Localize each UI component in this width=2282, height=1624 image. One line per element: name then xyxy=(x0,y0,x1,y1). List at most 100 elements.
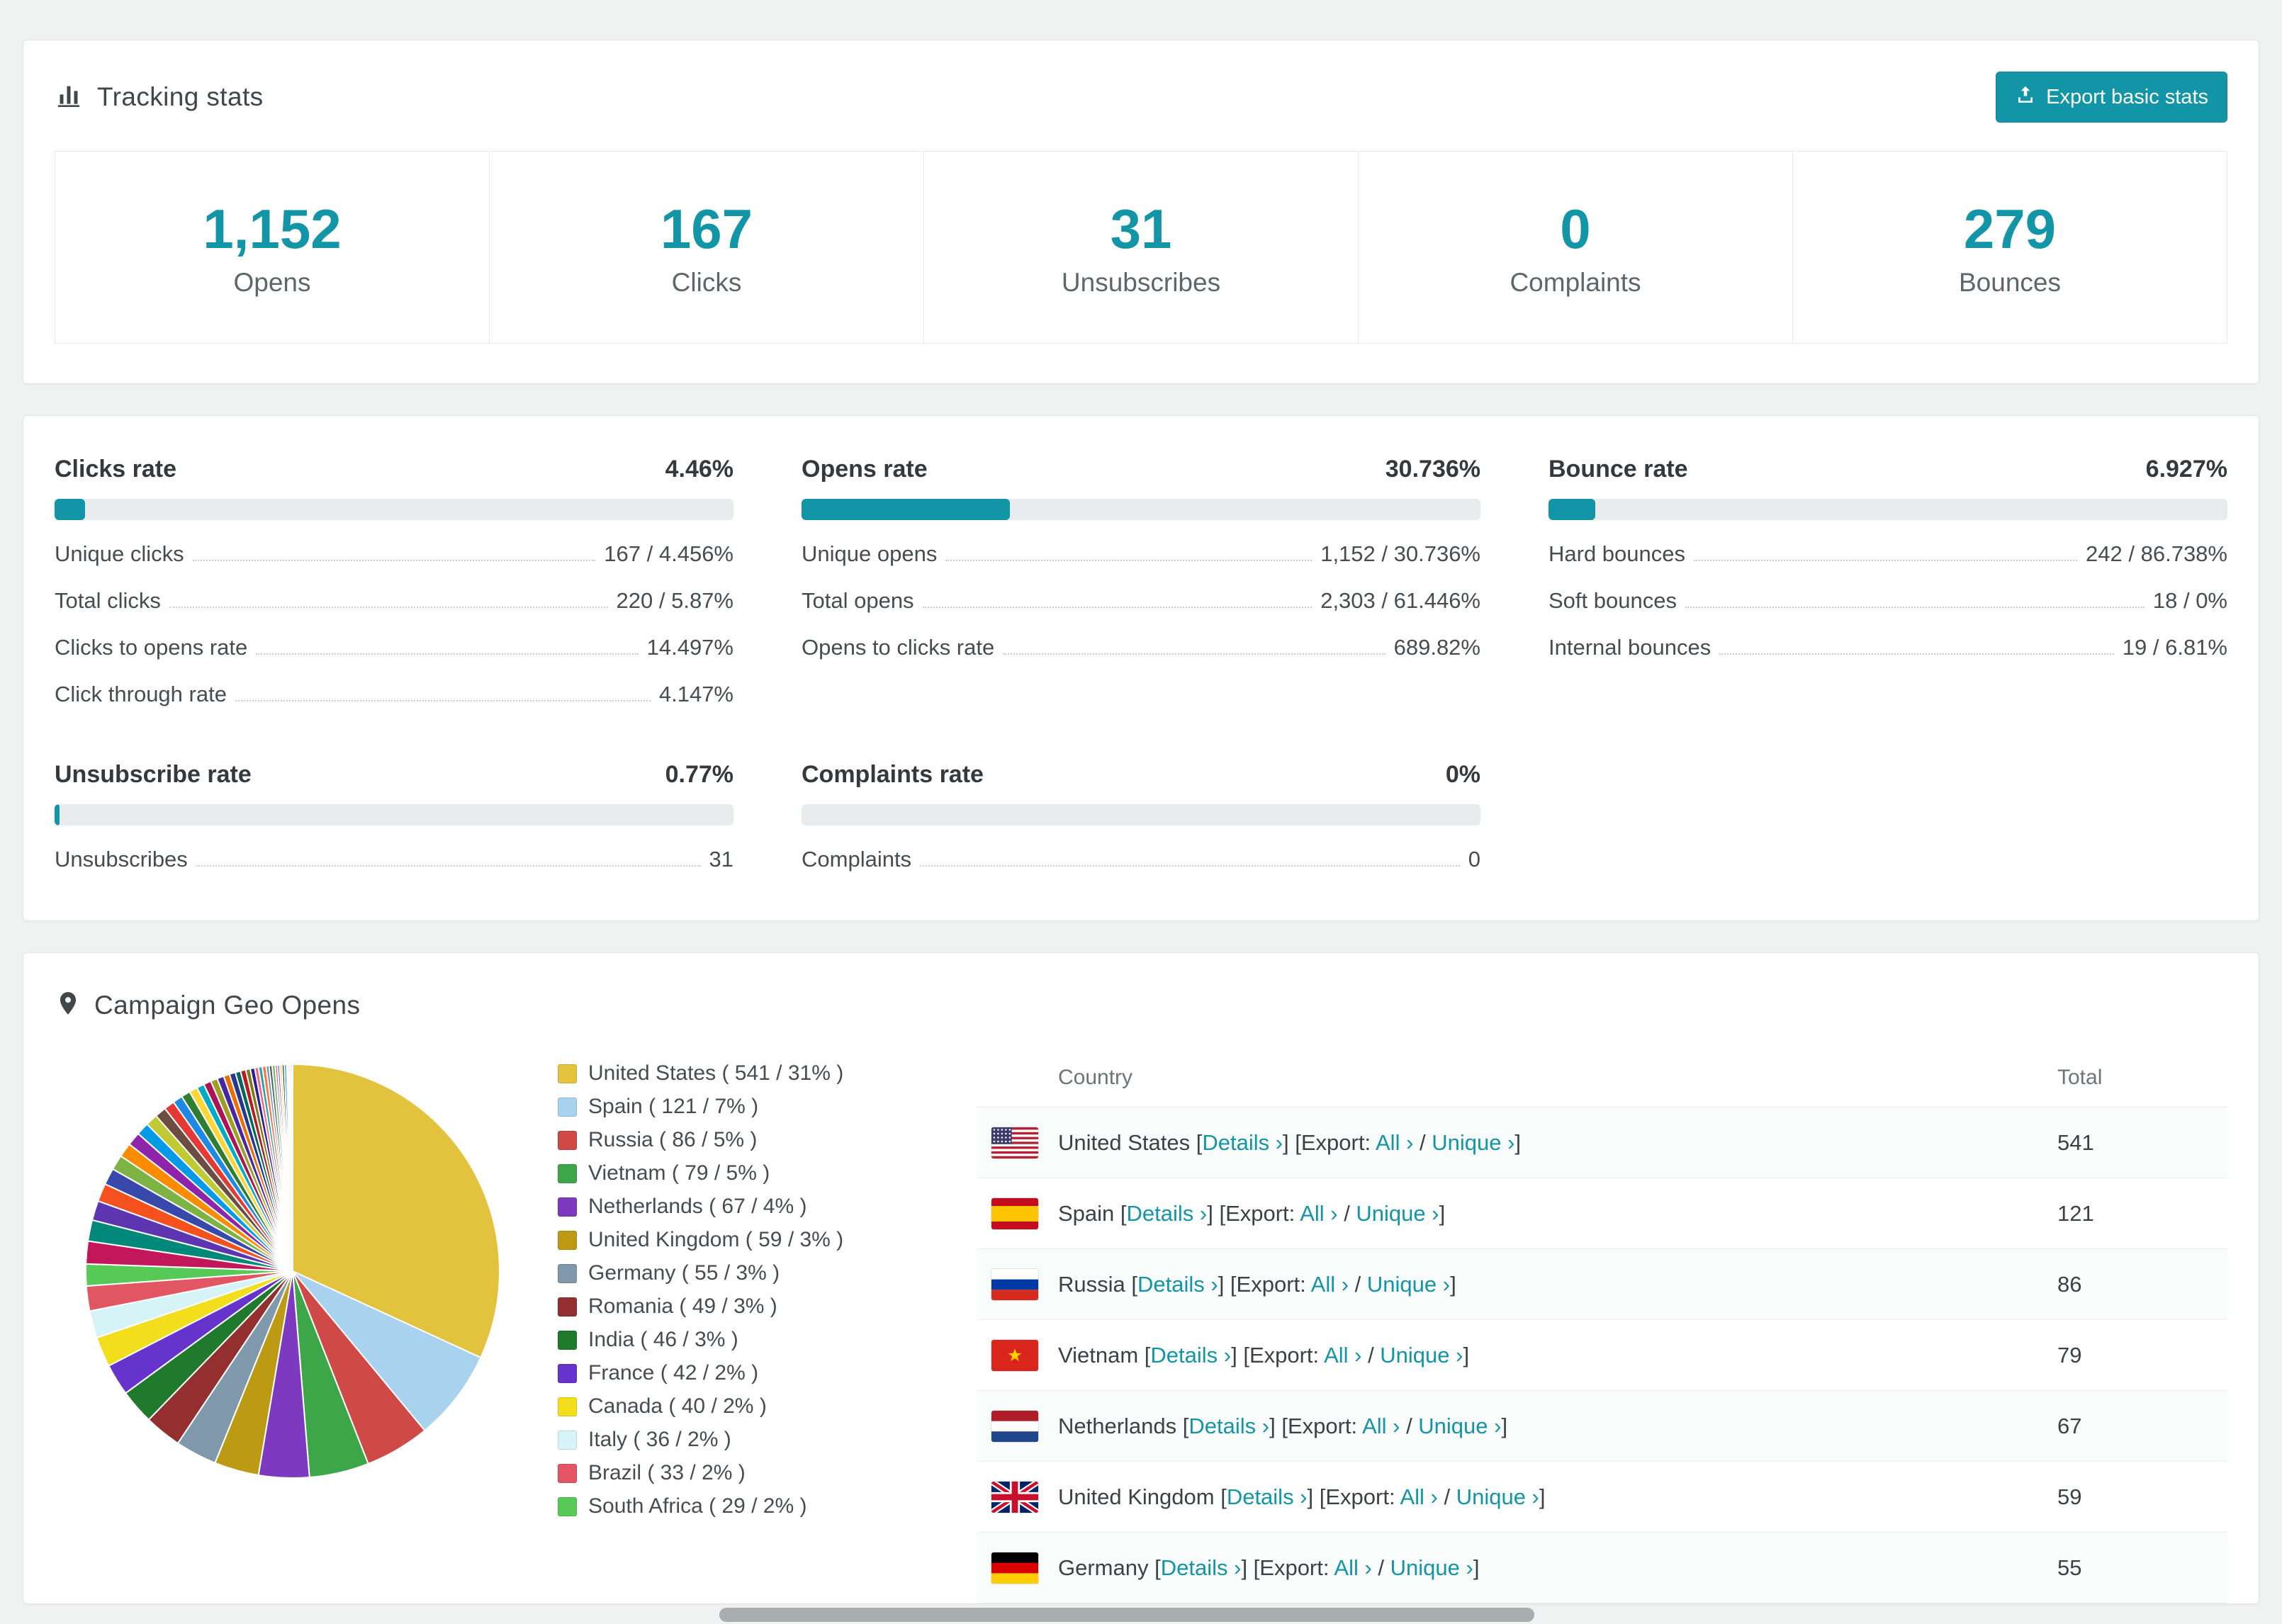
export-all-link[interactable]: All › xyxy=(1334,1555,1371,1580)
legend-item: United States ( 541 / 31% ) xyxy=(558,1061,969,1086)
export-unique-link[interactable]: Unique › xyxy=(1356,1201,1439,1226)
geo-opens-card: Campaign Geo Opens United States ( 541 /… xyxy=(23,952,2259,1604)
dotted-leader xyxy=(1694,560,2078,561)
legend-item: Vietnam ( 79 / 5% ) xyxy=(558,1161,969,1185)
dotted-leader xyxy=(1719,653,2114,655)
legend-swatch xyxy=(558,1330,577,1350)
bracket: ] xyxy=(1501,1413,1508,1438)
export-unique-link[interactable]: Unique › xyxy=(1390,1555,1473,1580)
rate-value: 0.77% xyxy=(665,761,734,788)
stat-label: Bounces xyxy=(1959,268,2061,297)
bracket: ] xyxy=(1450,1271,1456,1297)
legend-label: United States ( 541 / 31% ) xyxy=(588,1061,844,1085)
details-link[interactable]: Details › xyxy=(1150,1343,1231,1368)
rate-row-label: Hard bounces xyxy=(1548,541,1686,566)
rate-progress-fill xyxy=(1548,499,1596,520)
legend-item: Germany ( 55 / 3% ) xyxy=(558,1261,969,1285)
dotted-leader xyxy=(922,607,1313,608)
horizontal-scrollbar-thumb[interactable] xyxy=(719,1608,1534,1622)
stat-cell-bounces: 279 Bounces xyxy=(1792,152,2227,343)
dotted-leader xyxy=(192,560,596,561)
details-link[interactable]: Details › xyxy=(1127,1201,1208,1226)
rate-value: 4.46% xyxy=(665,456,734,483)
legend-swatch xyxy=(558,1130,577,1150)
rate-block-clicks-rate: Clicks rate 4.46% Unique clicks 167 / 4.456… xyxy=(55,456,734,707)
bracket: ] xyxy=(1463,1342,1470,1368)
legend-item: India ( 46 / 3% ) xyxy=(558,1328,969,1352)
flag-es-icon xyxy=(991,1197,1038,1229)
export-all-link[interactable]: All › xyxy=(1300,1201,1337,1226)
rate-row-label: Internal bounces xyxy=(1548,635,1712,660)
geo-content: United States ( 541 / 31% ) Spain ( 121 /… xyxy=(55,1044,2227,1603)
details-link[interactable]: Details › xyxy=(1202,1130,1283,1155)
details-link[interactable]: Details › xyxy=(1161,1555,1242,1580)
country-cell: Russia [Details ›] [Export: All › / Uniq… xyxy=(1058,1272,2057,1297)
rate-row-value: 689.82% xyxy=(1393,635,1480,660)
legend-label: Italy ( 36 / 2% ) xyxy=(588,1428,731,1451)
rate-value: 30.736% xyxy=(1385,456,1480,483)
legend-item: Russia ( 86 / 5% ) xyxy=(558,1128,969,1152)
rate-row-value: 31 xyxy=(709,847,734,872)
country-name: Germany xyxy=(1058,1555,1155,1580)
export-all-link[interactable]: All › xyxy=(1362,1414,1400,1438)
export-all-link[interactable]: All › xyxy=(1311,1272,1349,1297)
export-unique-link[interactable]: Unique › xyxy=(1456,1484,1539,1509)
stat-label: Opens xyxy=(233,268,311,297)
legend-label: Spain ( 121 / 7% ) xyxy=(588,1095,759,1118)
rate-title: Opens rate xyxy=(802,456,928,483)
export-all-link[interactable]: All › xyxy=(1400,1484,1437,1509)
bracket: ] xyxy=(1514,1129,1522,1155)
link-separator: / xyxy=(1361,1342,1381,1368)
rate-row: Unsubscribes 31 xyxy=(55,847,734,872)
bracket: [ xyxy=(1131,1271,1137,1297)
legend-label: Vietnam ( 79 / 5% ) xyxy=(588,1161,770,1185)
dotted-leader xyxy=(945,560,1313,561)
dotted-leader xyxy=(256,653,639,655)
export-basic-stats-button[interactable]: Export basic stats xyxy=(1996,72,2227,123)
flag-nl-icon xyxy=(991,1410,1038,1442)
stat-value: 0 xyxy=(1560,198,1591,260)
stat-cell-clicks: 167 Clicks xyxy=(489,152,923,343)
stat-label: Complaints xyxy=(1510,268,1641,297)
dotted-leader xyxy=(1685,607,2145,608)
stat-value: 279 xyxy=(1963,198,2057,260)
export-unique-link[interactable]: Unique › xyxy=(1367,1272,1450,1297)
stat-cell-complaints: 0 Complaints xyxy=(1358,152,1792,343)
export-unique-link[interactable]: Unique › xyxy=(1418,1414,1501,1438)
export-prefix: ] [Export: xyxy=(1231,1342,1325,1368)
details-link[interactable]: Details › xyxy=(1227,1484,1308,1509)
legend-swatch xyxy=(558,1163,577,1183)
rate-row-label: Soft bounces xyxy=(1548,588,1677,613)
legend-swatch xyxy=(558,1430,577,1450)
rate-progress-track xyxy=(1548,499,2227,520)
country-cell: Vietnam [Details ›] [Export: All › / Uni… xyxy=(1058,1343,2057,1368)
link-separator: / xyxy=(1413,1129,1432,1155)
rate-progress-track xyxy=(802,804,1480,825)
rate-row-value: 220 / 5.87% xyxy=(616,588,734,613)
export-all-link[interactable]: All › xyxy=(1324,1343,1361,1368)
flag-us-icon xyxy=(991,1127,1038,1158)
rate-progress-track xyxy=(55,499,734,520)
legend-label: United Kingdom ( 59 / 3% ) xyxy=(588,1228,844,1251)
geo-total-value: 59 xyxy=(2057,1484,2082,1509)
rate-row-label: Clicks to opens rate xyxy=(55,635,248,660)
bar-chart-icon xyxy=(55,81,83,113)
rate-row-label: Complaints xyxy=(802,847,912,872)
country-name: United States xyxy=(1058,1129,1196,1155)
legend-label: Romania ( 49 / 3% ) xyxy=(588,1295,777,1318)
dotted-leader xyxy=(169,607,608,608)
tracking-stats-header: Tracking stats Export basic stats xyxy=(23,40,2259,151)
export-unique-link[interactable]: Unique › xyxy=(1432,1130,1514,1155)
rate-row: Hard bounces 242 / 86.738% xyxy=(1548,541,2227,567)
rate-title: Clicks rate xyxy=(55,456,176,483)
rate-row: Soft bounces 18 / 0% xyxy=(1548,588,2227,614)
export-all-link[interactable]: All › xyxy=(1376,1130,1413,1155)
rate-title: Unsubscribe rate xyxy=(55,761,252,788)
legend-label: Brazil ( 33 / 2% ) xyxy=(588,1461,746,1484)
link-separator: / xyxy=(1349,1271,1367,1297)
details-link[interactable]: Details › xyxy=(1188,1414,1269,1438)
details-link[interactable]: Details › xyxy=(1137,1272,1218,1297)
rate-block-opens-rate: Opens rate 30.736% Unique opens 1,152 / 30.… xyxy=(802,456,1480,707)
export-unique-link[interactable]: Unique › xyxy=(1380,1343,1463,1368)
legend-swatch xyxy=(558,1097,577,1117)
